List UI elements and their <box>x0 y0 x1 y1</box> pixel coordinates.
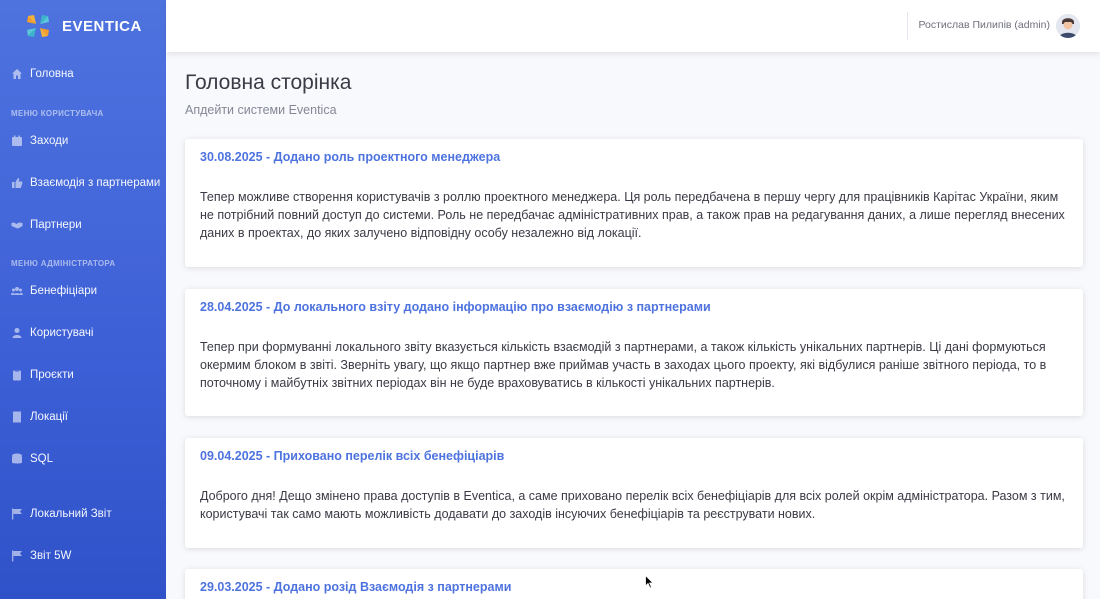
update-card: 30.08.2025 - Додано роль проектного мене… <box>185 139 1083 267</box>
building-icon <box>11 411 23 423</box>
sidebar-item-locations[interactable]: Локації <box>0 402 166 432</box>
avatar[interactable] <box>1056 14 1080 38</box>
sidebar-item-beneficiaries[interactable]: Бенефіціари <box>0 276 166 306</box>
update-body: Доброго дня! Дещо змінено права доступів… <box>200 489 1065 521</box>
sidebar-item-label: Локації <box>30 411 68 423</box>
sidebar-item-label: Проєкти <box>30 369 74 381</box>
clipboard-icon <box>11 369 23 381</box>
user-icon <box>11 327 23 339</box>
update-title[interactable]: 30.08.2025 - Додано роль проектного мене… <box>200 150 1068 164</box>
sidebar: EVENTICA Головна Меню користувача Заходи… <box>0 0 166 599</box>
update-title[interactable]: 09.04.2025 - Приховано перелік всіх бене… <box>200 449 1068 463</box>
topbar-divider <box>907 12 908 40</box>
thumbs-up-icon <box>11 177 23 189</box>
flag-icon <box>11 508 23 520</box>
sidebar-item-local-report[interactable]: Локальний Звіт <box>0 499 166 529</box>
user-name[interactable]: Ростислав Пилипів (admin) <box>918 19 1050 31</box>
eventica-logo-icon <box>27 15 49 37</box>
users-icon <box>11 285 23 297</box>
sidebar-item-label: SQL <box>30 453 54 465</box>
calendar-icon <box>11 135 23 147</box>
sidebar-item-label: Партнери <box>30 219 82 231</box>
sidebar-item-label: Користувачі <box>30 327 94 339</box>
sidebar-item-partners[interactable]: Партнери <box>0 210 166 240</box>
sidebar-item-events[interactable]: Заходи <box>0 126 166 156</box>
page-title: Головна сторінка <box>185 71 352 94</box>
update-card: 28.04.2025 - До локального взіту додано … <box>185 289 1083 416</box>
sidebar-item-label: Взаємодія з партнерами <box>30 177 161 189</box>
brand-name: EVENTICA <box>62 17 142 35</box>
sidebar-item-label: Головна <box>30 68 74 80</box>
home-icon <box>11 68 23 80</box>
update-card: 09.04.2025 - Приховано перелік всіх бене… <box>185 438 1083 548</box>
sidebar-item-label: Звіт 5W <box>30 550 72 562</box>
sidebar-item-label: Локальний Звіт <box>30 508 112 520</box>
update-title[interactable]: 28.04.2025 - До локального взіту додано … <box>200 300 1068 314</box>
page-subtitle: Апдейти системи Eventica <box>185 103 337 117</box>
handshake-icon <box>11 219 23 231</box>
update-body: Тепер при формуванні локального звіту вк… <box>200 340 1047 390</box>
flag-icon <box>11 550 23 562</box>
update-body: Тепер можливе створення користувачів з р… <box>200 190 1065 240</box>
database-icon <box>11 453 23 465</box>
sidebar-item-users[interactable]: Користувачі <box>0 318 166 348</box>
admin-menu-heading: Меню адміністратора <box>11 259 116 268</box>
sidebar-item-label: Заходи <box>30 135 69 147</box>
sidebar-item-home[interactable]: Головна <box>0 59 166 89</box>
update-title[interactable]: 29.03.2025 - Додано розід Взаємодія з па… <box>200 580 1068 594</box>
brand[interactable]: EVENTICA <box>0 0 166 52</box>
sidebar-item-label: Бенефіціари <box>30 285 98 297</box>
sidebar-item-report-5w[interactable]: Звіт 5W <box>0 541 166 571</box>
sidebar-item-partner-interactions[interactable]: Взаємодія з партнерами <box>0 168 166 198</box>
sidebar-item-sql[interactable]: SQL <box>0 444 166 474</box>
topbar: Ростислав Пилипів (admin) <box>166 0 1100 52</box>
update-card: 29.03.2025 - Додано розід Взаємодія з па… <box>185 569 1083 599</box>
sidebar-item-projects[interactable]: Проєкти <box>0 360 166 390</box>
user-menu-heading: Меню користувача <box>11 109 104 118</box>
mouse-cursor-icon <box>645 575 654 589</box>
